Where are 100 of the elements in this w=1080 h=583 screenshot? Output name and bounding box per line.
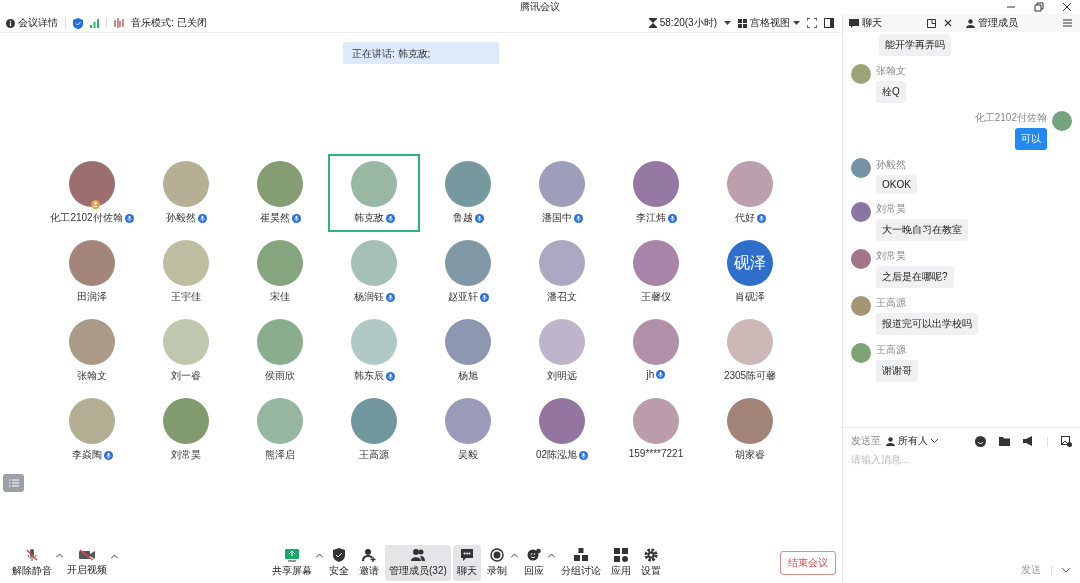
- fullscreen-icon[interactable]: [807, 18, 817, 28]
- chat-tab[interactable]: 聊天: [849, 16, 882, 30]
- emoji-icon[interactable]: [975, 435, 986, 447]
- participant-tile[interactable]: 韩东辰: [328, 312, 420, 390]
- participant-tile[interactable]: 代好: [704, 154, 796, 232]
- participant-tile[interactable]: 潘国中: [516, 154, 608, 232]
- screen-button[interactable]: 共享屏幕: [268, 545, 316, 581]
- participant-tile[interactable]: 鲁越: [422, 154, 514, 232]
- image-settings-icon[interactable]: [1061, 435, 1072, 447]
- caret-icon: [793, 21, 800, 25]
- participant-tile[interactable]: 王宇佳: [140, 233, 232, 311]
- record-button[interactable]: 录制: [482, 545, 511, 581]
- avatar-photo-placeholder: [851, 202, 871, 222]
- avatar-photo-placeholder: [257, 161, 303, 207]
- message-bubble: OKOK: [876, 175, 917, 194]
- gear-button[interactable]: 设置: [636, 545, 665, 581]
- start-video-button[interactable]: 开启视频: [63, 546, 111, 580]
- participant-tile[interactable]: 杨旭: [422, 312, 514, 390]
- participant-name: 宋佳: [270, 290, 290, 304]
- screen-icon: [285, 548, 299, 562]
- participant-name: 化工2102付佐翰: [50, 211, 123, 225]
- sender-name: 王高源: [876, 296, 906, 310]
- participant-name: 韩东辰: [353, 369, 384, 383]
- react-button[interactable]: 回应: [519, 545, 548, 581]
- participant-tile[interactable]: 崔昊然: [234, 154, 326, 232]
- window-title: 腾讯会议: [520, 0, 560, 14]
- members-button[interactable]: 管理成员(32): [385, 545, 451, 581]
- participant-tile[interactable]: 159****7221: [610, 391, 702, 469]
- folder-icon[interactable]: [999, 436, 1010, 446]
- avatar-photo-placeholder: [851, 343, 871, 363]
- message-bubble: 栓Q: [876, 81, 906, 103]
- avatar-photo-placeholder: [633, 398, 679, 444]
- invite-button[interactable]: 邀请: [355, 545, 383, 581]
- participant-tile[interactable]: 李江炜: [610, 154, 702, 232]
- close-icon[interactable]: [1062, 2, 1072, 12]
- participant-tile[interactable]: 刘一睿: [140, 312, 232, 390]
- recipient-dropdown[interactable]: 所有人: [886, 434, 938, 448]
- restore-icon[interactable]: [1034, 2, 1044, 12]
- menu-icon[interactable]: [1063, 19, 1072, 27]
- caret-icon[interactable]: [724, 21, 731, 25]
- avatar-photo-placeholder: [351, 240, 397, 286]
- participant-tile[interactable]: 李焱陶: [46, 391, 138, 469]
- shield-icon[interactable]: [73, 17, 83, 29]
- participant-tile[interactable]: 赵亚轩: [422, 233, 514, 311]
- participant-tile[interactable]: 化工2102付佐翰: [46, 154, 138, 232]
- sender-name: 刘常昊: [876, 249, 906, 263]
- participant-tile[interactable]: 2305陈可馨: [704, 312, 796, 390]
- message-bubble: 可以: [1015, 128, 1047, 150]
- megaphone-icon[interactable]: [1023, 436, 1034, 446]
- participant-tile[interactable]: jh: [610, 312, 702, 390]
- avatar-photo-placeholder: [163, 161, 209, 207]
- chevron-down-icon[interactable]: [1062, 567, 1070, 573]
- avatar-photo-placeholder: [727, 319, 773, 365]
- participant-tile[interactable]: 刘常昊: [140, 391, 232, 469]
- chat-icon: [849, 18, 859, 28]
- breakout-button[interactable]: 分组讨论: [556, 545, 605, 581]
- invite-icon: [362, 548, 376, 562]
- participant-tile[interactable]: 刘明远: [516, 312, 608, 390]
- person-icon: [886, 436, 895, 446]
- participant-name: 王宇佳: [171, 290, 201, 304]
- avatar-photo-placeholder: [69, 161, 115, 207]
- participant-tile[interactable]: 侯雨欣: [234, 312, 326, 390]
- participant-tile[interactable]: 杨润钰: [328, 233, 420, 311]
- view-button[interactable]: 宫格视图: [738, 16, 800, 30]
- participant-tile[interactable]: 宋佳: [234, 233, 326, 311]
- popout-icon[interactable]: [927, 18, 936, 28]
- participant-tile[interactable]: 韩克敌: [328, 154, 420, 232]
- participant-tile[interactable]: 孙毅然: [140, 154, 232, 232]
- close-icon[interactable]: [944, 19, 952, 27]
- shield-button[interactable]: 安全: [325, 545, 353, 581]
- participant-tile[interactable]: 王高源: [328, 391, 420, 469]
- apps-icon: [613, 548, 628, 562]
- meeting-details-button[interactable]: 会议详情: [6, 16, 58, 30]
- music-icon[interactable]: [114, 18, 124, 28]
- participant-tile[interactable]: 胡家睿: [704, 391, 796, 469]
- avatar-photo-placeholder: [633, 161, 679, 207]
- avatar-photo-placeholder: [539, 319, 585, 365]
- react-icon: [526, 548, 541, 562]
- participant-tile[interactable]: 吴毅: [422, 391, 514, 469]
- participant-name: 熊泽启: [265, 448, 295, 462]
- participant-name: 韩克敌: [353, 211, 384, 225]
- participant-tile[interactable]: 潘召文: [516, 233, 608, 311]
- participant-tile[interactable]: 田润泽: [46, 233, 138, 311]
- participant-name: 刘一睿: [171, 369, 201, 383]
- sidebar-icon[interactable]: [824, 18, 834, 28]
- avatar-photo-placeholder: [851, 296, 871, 316]
- participant-tile[interactable]: 王馨仪: [610, 233, 702, 311]
- sender-name: 王高源: [876, 343, 906, 357]
- end-meeting-button[interactable]: 结束会议: [780, 551, 836, 575]
- chat-button[interactable]: 聊天: [452, 545, 481, 581]
- participant-name: 肖砚泽: [735, 290, 765, 304]
- participant-tile[interactable]: 砚泽 肖砚泽: [704, 233, 796, 311]
- participant-tile[interactable]: 熊泽启: [234, 391, 326, 469]
- participant-tile[interactable]: 02陈泓旭: [516, 391, 608, 469]
- avatar-photo-placeholder: [851, 158, 871, 178]
- unmute-button[interactable]: 解除静音: [8, 545, 56, 581]
- participant-tile[interactable]: 张翰文: [46, 312, 138, 390]
- apps-button[interactable]: 应用: [606, 545, 635, 581]
- manage-members-tab[interactable]: 管理成员: [966, 16, 1018, 30]
- timer-button[interactable]: 58:20(3小时): [648, 16, 717, 30]
